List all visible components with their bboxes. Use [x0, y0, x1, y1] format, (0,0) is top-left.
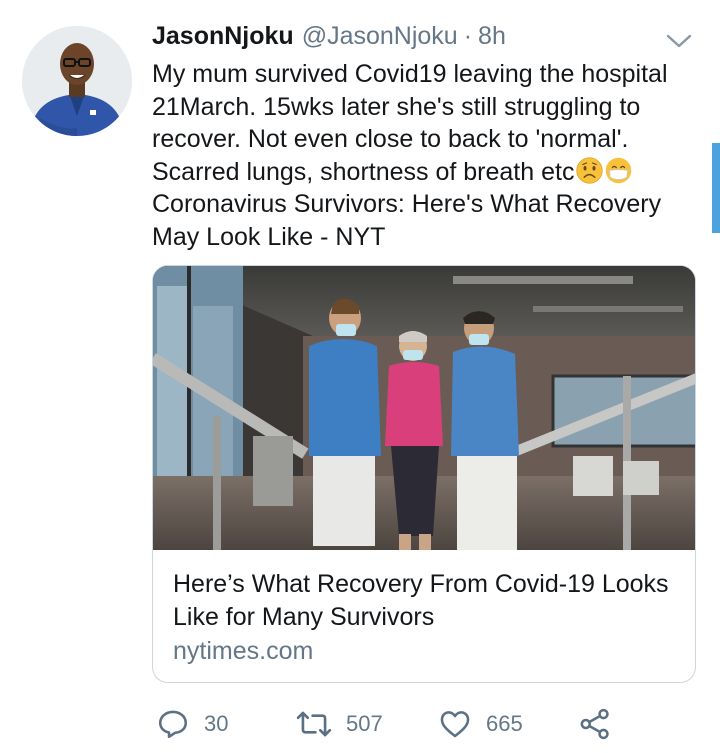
- link-preview-title[interactable]: Here’s What Recovery From Covid-19 Looks…: [173, 568, 683, 634]
- profile-photo: [22, 26, 132, 136]
- link-preview-image[interactable]: [153, 266, 695, 550]
- tweet-text: My mum survived Covid19 leaving the hosp…: [152, 58, 692, 253]
- link-preview-card[interactable]: Here’s What Recovery From Covid-19 Looks…: [152, 265, 696, 683]
- face-with-medical-mask-icon: [606, 157, 632, 183]
- tweet-action-bar: 30 507 665: [0, 702, 720, 746]
- reply-count: 30: [204, 711, 229, 736]
- retweet-count: 507: [346, 711, 383, 736]
- link-preview-title-line: Here’s What Recovery From Covid-19 Looks: [173, 570, 669, 598]
- separator-dot: ·: [463, 22, 473, 50]
- tweet-text-line-with-emoji: Scarred lungs, shortness of breath etc: [152, 156, 692, 189]
- tweet-menu-button[interactable]: [664, 30, 694, 52]
- tweet-text-line: 21March. 15wks later she's still struggl…: [152, 92, 641, 121]
- like-count: 665: [486, 711, 523, 736]
- tweet-header: JasonNjoku @JasonNjoku · 8h: [152, 22, 506, 54]
- reply-button[interactable]: 30: [156, 702, 228, 746]
- tweet-text-line: recover. Not even close to back to 'norm…: [152, 125, 629, 153]
- tweet-text-line: My mum survived Covid19 leaving the hosp…: [152, 60, 668, 88]
- avatar[interactable]: [22, 26, 132, 136]
- share-icon: [580, 708, 609, 740]
- tweet-text-line: Coronavirus Survivors: Here's What Recov…: [152, 190, 662, 218]
- reply-icon: [158, 710, 188, 739]
- chevron-down-icon: [666, 34, 692, 48]
- tweet-text-line: May Look Like - NYT: [152, 222, 386, 251]
- heart-icon: [440, 711, 470, 738]
- link-preview-title-line: Like for Many Survivors: [173, 603, 435, 631]
- retweet-icon: [296, 711, 332, 737]
- author-handle[interactable]: @JasonNjoku: [302, 22, 458, 51]
- tweet-text-segment: Scarred lungs, shortness of breath etc: [152, 157, 575, 186]
- like-button[interactable]: 665: [438, 702, 523, 746]
- tweet-timestamp[interactable]: 8h: [478, 22, 506, 51]
- share-button[interactable]: [578, 702, 612, 746]
- retweet-button[interactable]: 507: [296, 702, 383, 746]
- scroll-indicator[interactable]: [712, 143, 720, 233]
- author-display-name[interactable]: JasonNjoku: [152, 22, 294, 51]
- worried-face-icon: [576, 156, 604, 184]
- rehabilitation-photo-icon: [153, 266, 695, 550]
- link-preview-domain: nytimes.com: [173, 637, 314, 665]
